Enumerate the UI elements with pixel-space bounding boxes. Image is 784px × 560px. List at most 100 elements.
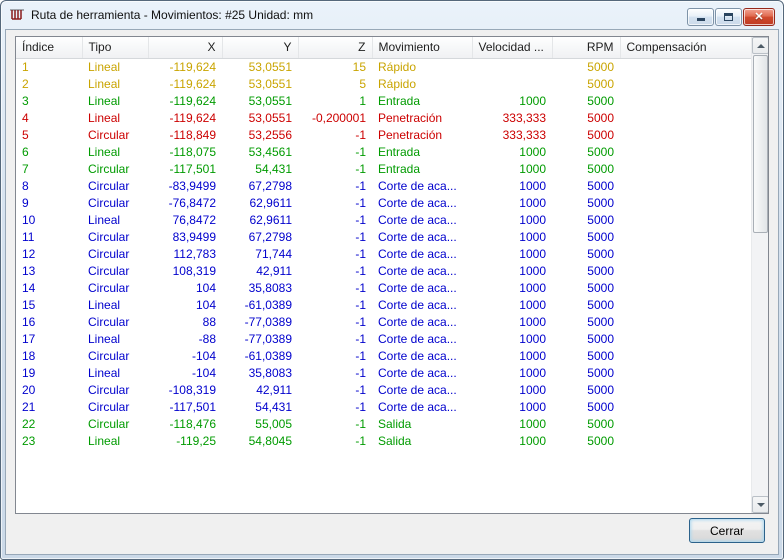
cell-movimiento: Rápido <box>378 59 417 74</box>
cell-x: -119,624 <box>169 76 216 91</box>
table-row[interactable]: 8 Circular -83,9499 67,2798 -1 Corte de aca..… <box>16 177 761 194</box>
vertical-scrollbar[interactable] <box>751 37 768 513</box>
table-row[interactable]: 14 Circular 104 35,8083 -1 Corte de aca... 100… <box>16 279 761 296</box>
cell-movimiento: Salida <box>378 433 412 448</box>
cell-tipo: Circular <box>88 229 130 244</box>
cell-x: 108,319 <box>172 263 216 278</box>
cell-velocidad: 333,333 <box>502 110 546 125</box>
cell-tipo: Circular <box>88 263 130 278</box>
cell-y: -61,0389 <box>244 348 292 363</box>
cell-tipo: Circular <box>88 416 130 431</box>
cell-z: -0,200001 <box>311 110 366 125</box>
maximize-button[interactable] <box>715 8 742 26</box>
cell-compensacion <box>620 262 761 279</box>
cell-velocidad: 333,333 <box>502 127 546 142</box>
cell-velocidad: 1000 <box>519 161 546 176</box>
cell-rpm: 5000 <box>587 76 614 91</box>
cell-tipo: Lineal <box>88 433 121 448</box>
table-row[interactable]: 17 Lineal -88 -77,0389 -1 Corte de aca... 1000… <box>16 330 761 347</box>
minimize-button[interactable] <box>687 8 714 26</box>
cerrar-button[interactable]: Cerrar <box>689 518 765 543</box>
table-row[interactable]: 19 Lineal -104 35,8083 -1 Corte de aca... 1000… <box>16 364 761 381</box>
cell-velocidad: 1000 <box>519 382 546 397</box>
cell-indice: 8 <box>22 178 29 193</box>
close-button[interactable]: ✕ <box>743 8 775 26</box>
cell-z: -1 <box>355 280 366 295</box>
column-header-velocidad[interactable]: Velocidad ... <box>472 37 553 59</box>
column-header-rpm[interactable]: RPM <box>552 37 621 59</box>
cell-velocidad: 1000 <box>519 280 546 295</box>
cell-rpm: 5000 <box>587 195 614 210</box>
cell-tipo: Lineal <box>88 144 121 159</box>
cell-y: 42,911 <box>256 263 292 278</box>
cell-indice: 6 <box>22 144 29 159</box>
cell-indice: 13 <box>22 263 36 278</box>
table-row[interactable]: 21 Circular -117,501 54,431 -1 Corte de aca..… <box>16 398 761 415</box>
cell-compensacion <box>620 245 761 262</box>
scroll-up-button[interactable] <box>752 37 768 54</box>
column-header-y[interactable]: Y <box>222 37 299 59</box>
cell-y: 54,431 <box>255 399 292 414</box>
table-row[interactable]: 13 Circular 108,319 42,911 -1 Corte de aca...… <box>16 262 761 279</box>
table-row[interactable]: 18 Circular -104 -61,0389 -1 Corte de aca... 1… <box>16 347 761 364</box>
table-row[interactable]: 6 Lineal -118,075 53,4561 -1 Entrada 1000 5000 <box>16 143 761 160</box>
close-icon: ✕ <box>754 10 764 23</box>
cell-indice: 4 <box>22 110 29 125</box>
cell-compensacion <box>620 177 761 194</box>
cell-y: -61,0389 <box>244 297 292 312</box>
table-row[interactable]: 5 Circular -118,849 53,2556 -1 Penetración 333… <box>16 126 761 143</box>
cell-velocidad: 1000 <box>519 314 546 329</box>
cell-y: 53,0551 <box>248 93 292 108</box>
table-row[interactable]: 9 Circular -76,8472 62,9611 -1 Corte de aca..… <box>16 194 761 211</box>
column-header-indice[interactable]: Índice <box>16 37 83 59</box>
table-row[interactable]: 12 Circular 112,783 71,744 -1 Corte de aca...… <box>16 245 761 262</box>
table-row[interactable]: 11 Circular 83,9499 67,2798 -1 Corte de aca..… <box>16 228 761 245</box>
cell-x: -119,624 <box>169 93 216 108</box>
column-header-x[interactable]: X <box>148 37 223 59</box>
cell-indice: 19 <box>22 365 36 380</box>
cell-rpm: 5000 <box>587 297 614 312</box>
table-row[interactable]: 3 Lineal -119,624 53,0551 1 Entrada 1000 5000 <box>16 92 761 109</box>
table-row[interactable]: 2 Lineal -119,624 53,0551 5 Rápido 5000 <box>16 75 761 92</box>
cell-x: -119,624 <box>169 110 216 125</box>
cell-z: -1 <box>355 127 366 142</box>
table-row[interactable]: 1 Lineal -119,624 53,0551 15 Rápido 5000 <box>16 58 761 75</box>
cell-y: 67,2798 <box>248 178 292 193</box>
table-row[interactable]: 22 Circular -118,476 55,005 -1 Salida 1000 5000 <box>16 415 761 432</box>
table-row[interactable]: 20 Circular -108,319 42,911 -1 Corte de aca..… <box>16 381 761 398</box>
column-header-z[interactable]: Z <box>298 37 373 59</box>
cell-compensacion <box>620 381 761 398</box>
table-row[interactable]: 15 Lineal 104 -61,0389 -1 Corte de aca... 1000… <box>16 296 761 313</box>
table-row[interactable]: 4 Lineal -119,624 53,0551 -0,200001 Penetraci… <box>16 109 761 126</box>
cell-indice: 15 <box>22 297 36 312</box>
cell-compensacion <box>620 398 761 415</box>
cell-z: -1 <box>355 229 366 244</box>
cell-tipo: Circular <box>88 314 130 329</box>
cell-movimiento: Corte de aca... <box>378 399 457 414</box>
cell-z: -1 <box>355 348 366 363</box>
cell-tipo: Circular <box>88 127 130 142</box>
column-header-tipo[interactable]: Tipo <box>82 37 149 59</box>
cell-z: -1 <box>355 331 366 346</box>
cell-y: 53,0551 <box>248 59 292 74</box>
cell-y: 54,431 <box>255 161 292 176</box>
scrollbar-thumb[interactable] <box>753 55 768 233</box>
table-row[interactable]: 7 Circular -117,501 54,431 -1 Entrada 1000 5000 <box>16 160 761 177</box>
cell-x: -119,25 <box>176 433 216 448</box>
scroll-down-button[interactable] <box>752 496 768 513</box>
cell-x: 104 <box>195 280 216 295</box>
titlebar[interactable]: Ruta de herramienta - Movimientos: #25 U… <box>1 1 783 29</box>
cell-compensacion <box>620 364 761 381</box>
cell-velocidad: 1000 <box>519 263 546 278</box>
cell-compensacion <box>620 313 761 330</box>
cell-y: 35,8083 <box>248 280 292 295</box>
column-header-movimiento[interactable]: Movimiento <box>372 37 473 59</box>
cell-movimiento: Penetración <box>378 127 443 142</box>
table-row[interactable]: 16 Circular 88 -77,0389 -1 Corte de aca... 100… <box>16 313 761 330</box>
minimize-icon <box>696 18 705 21</box>
table-row[interactable]: 23 Lineal -119,25 54,8045 -1 Salida 1000 5000 <box>16 432 761 449</box>
cell-y: 54,8045 <box>248 433 292 448</box>
column-header-compensacion[interactable]: Compensación <box>620 37 762 59</box>
table-row[interactable]: 10 Lineal 76,8472 62,9611 -1 Corte de aca... 1… <box>16 211 761 228</box>
cell-movimiento: Corte de aca... <box>378 280 457 295</box>
